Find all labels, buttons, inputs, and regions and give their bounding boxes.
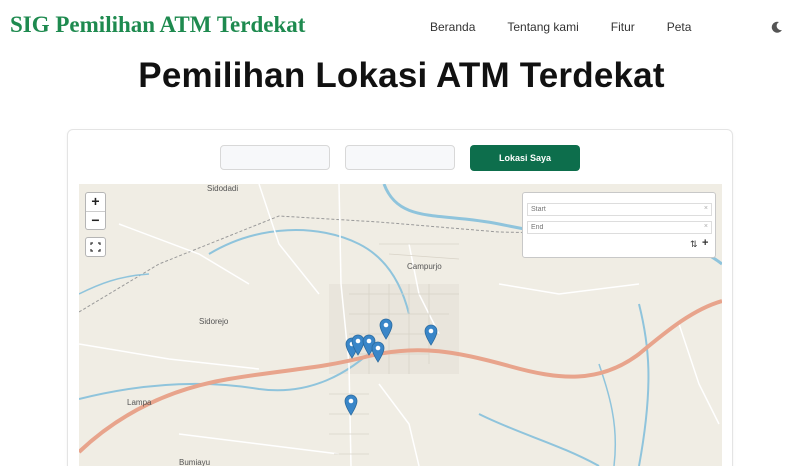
place-label-campurjo: Campurjo	[407, 262, 442, 271]
place-label-sidorejo: Sidorejo	[199, 317, 229, 326]
route-add-waypoint-button[interactable]: +	[702, 237, 708, 249]
route-start-clear-button[interactable]: ×	[704, 205, 708, 212]
route-end-input[interactable]	[527, 221, 712, 234]
atm-marker-5[interactable]	[379, 318, 393, 340]
page-title: Pemilihan Lokasi ATM Terdekat	[138, 56, 665, 95]
nav-link-beranda[interactable]: Beranda	[430, 20, 475, 34]
place-label-bumiayu: Bumiayu	[179, 458, 211, 466]
place-label-lampa: Lampa	[127, 398, 152, 407]
brand-logo-text[interactable]: SIG Pemilihan ATM Terdekat	[10, 12, 305, 38]
fullscreen-button[interactable]	[85, 237, 106, 257]
route-end-clear-button[interactable]: ×	[704, 223, 708, 230]
zoom-control: + −	[85, 192, 106, 230]
my-location-button[interactable]: Lokasi Saya	[470, 145, 580, 171]
routing-panel: × × ⇅ +	[522, 192, 716, 258]
map-view[interactable]: Sidodadi Campurjo Sidorejo Lampa Bumiayu…	[79, 184, 722, 466]
location-input-2[interactable]	[345, 145, 455, 170]
location-input-1[interactable]	[220, 145, 330, 170]
route-start-input[interactable]	[527, 203, 712, 216]
fullscreen-icon	[90, 242, 101, 252]
zoom-in-button[interactable]: +	[86, 193, 105, 211]
moon-icon[interactable]	[770, 20, 784, 34]
route-reverse-button[interactable]: ⇅	[690, 239, 698, 250]
nav-link-peta[interactable]: Peta	[667, 20, 692, 34]
zoom-out-button[interactable]: −	[86, 211, 105, 229]
atm-marker-6[interactable]	[424, 324, 438, 346]
atm-marker-4[interactable]	[371, 341, 385, 363]
nav-links: Beranda Tentang kami Fitur Peta	[430, 20, 723, 34]
nav-link-tentang-kami[interactable]: Tentang kami	[507, 20, 578, 34]
atm-marker-7[interactable]	[344, 394, 358, 416]
place-label-sidodadi: Sidodadi	[207, 184, 239, 193]
nav-link-fitur[interactable]: Fitur	[611, 20, 635, 34]
navbar: SIG Pemilihan ATM Terdekat Beranda Tenta…	[0, 0, 803, 56]
